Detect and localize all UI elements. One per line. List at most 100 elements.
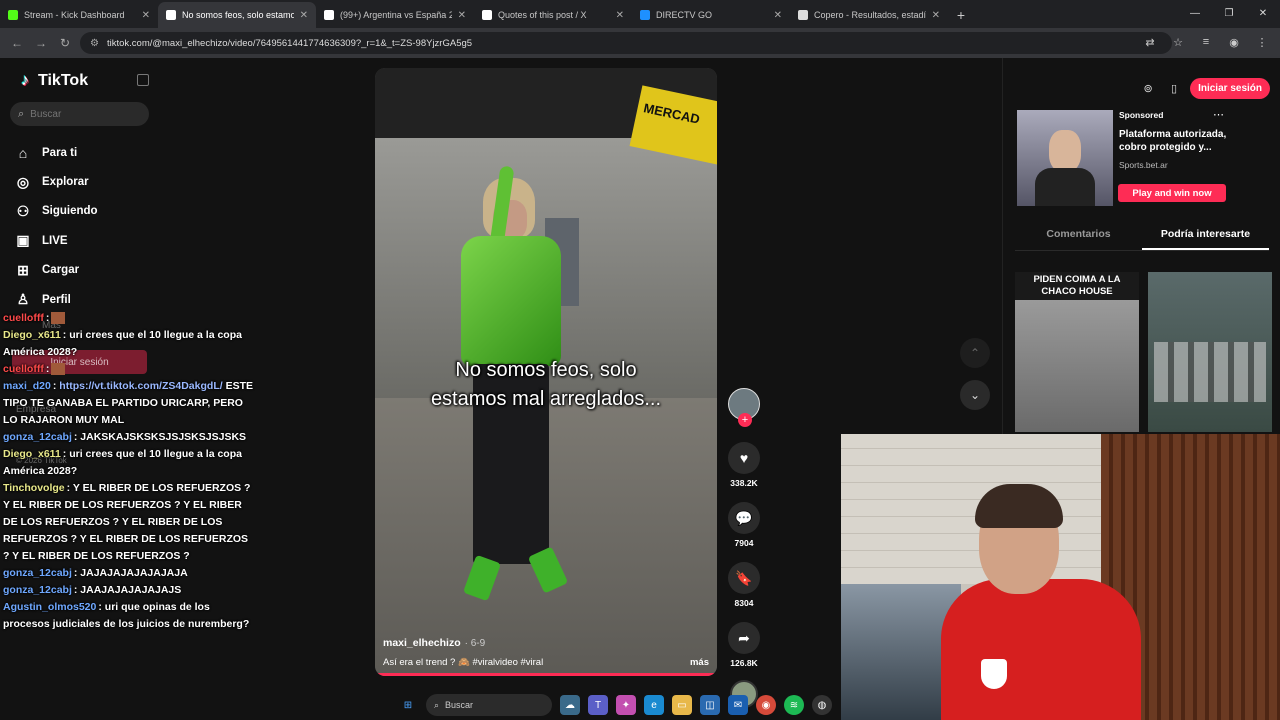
restore-icon[interactable]: ❐ (1212, 0, 1246, 26)
chat-link[interactable]: https://vt.tiktok.com/ZS4DakgdL/ (59, 380, 222, 392)
edge-icon[interactable]: e (644, 695, 664, 715)
store-icon[interactable]: ◫ (700, 695, 720, 715)
teams-icon[interactable]: T (588, 695, 608, 715)
tab-title: Copero - Resultados, estadístic (814, 10, 926, 20)
caption-line-1: No somos feos, solo (455, 359, 637, 381)
chrome-icon[interactable]: ◉ (756, 695, 776, 715)
chat-emote-icon (51, 363, 66, 376)
outlook-icon[interactable]: ✉ (728, 695, 748, 715)
recommended-video-2[interactable] (1148, 272, 1272, 432)
site-info-icon[interactable]: ⚙ (90, 38, 99, 49)
close-window-icon[interactable]: ✕ (1246, 0, 1280, 26)
reload-icon[interactable]: ↻ (56, 34, 74, 52)
menu-icon[interactable]: ⋮ (1254, 34, 1270, 50)
search-box[interactable]: ⌕ (10, 102, 149, 126)
sidebar-item-explorar[interactable]: ◎ Explorar (14, 167, 98, 196)
chat-username[interactable]: Tinchovolge (3, 482, 65, 494)
chat-username[interactable]: Agustin_olmos520 (3, 601, 96, 613)
file-explorer-icon[interactable]: ▭ (672, 695, 692, 715)
more-link[interactable]: más (690, 657, 709, 668)
comment-bubble-icon: 💬 (735, 509, 753, 526)
video-player[interactable]: MERCAD No somos feos, solo estamos mal a… (375, 68, 717, 676)
login-button[interactable]: Iniciar sesión (1190, 78, 1270, 99)
chat-username[interactable]: cuellofff (3, 312, 44, 324)
chat-username[interactable]: gonza_12cabj (3, 567, 72, 579)
tab-close-icon[interactable]: ✕ (932, 10, 940, 21)
ad-thumbnail[interactable] (1017, 110, 1113, 206)
new-tab-icon[interactable]: + (948, 2, 974, 28)
chat-message: Diego_x611: uri crees que el 10 llegue a… (3, 329, 242, 358)
logo-text: TikTok (38, 72, 89, 89)
back-icon[interactable]: ← (8, 34, 26, 52)
tab-favicon-icon (482, 10, 492, 20)
spotify-icon[interactable]: ≋ (784, 695, 804, 715)
share-button[interactable]: ➦ (728, 622, 760, 654)
browser-tab-3[interactable]: Quotes of this post / X ✕ (474, 2, 632, 28)
tab-close-icon[interactable]: ✕ (616, 10, 624, 21)
collapse-sidebar-icon[interactable] (137, 74, 149, 86)
video-author[interactable]: maxi_elhechizo (383, 637, 461, 649)
bookmark-star-icon[interactable]: ☆ (1170, 34, 1186, 50)
video-progress-bar[interactable] (375, 673, 717, 676)
browser-tab-4[interactable]: DIRECTV GO ✕ (632, 2, 790, 28)
tab-recommended[interactable]: Podría interesarte (1142, 222, 1269, 250)
profile-icon[interactable]: ◉ (1226, 34, 1242, 50)
chat-username[interactable]: gonza_12cabj (3, 431, 72, 443)
save-button[interactable]: 🔖 (728, 562, 760, 594)
search-input[interactable] (30, 108, 131, 120)
tiktok-note-icon: ♪ (21, 72, 29, 89)
comment-count: 7904 (734, 538, 754, 548)
creator-avatar[interactable]: + (728, 388, 760, 427)
recommended-video-1[interactable]: PIDEN COIMA A LA CHACO HOUSE (1015, 272, 1139, 432)
tab-close-icon[interactable]: ✕ (774, 10, 782, 21)
chat-username[interactable]: gonza_12cabj (3, 584, 72, 596)
chat-emote-icon (51, 312, 66, 325)
ad-more-icon[interactable]: ⋯ (1213, 108, 1224, 121)
taskbar-search[interactable]: ⌕ Buscar (426, 694, 552, 716)
tab-favicon-icon (798, 10, 808, 20)
tab-favicon-icon (8, 10, 18, 20)
ad-cta-button[interactable]: Play and win now (1118, 184, 1226, 202)
device-icon[interactable]: ▯ (1164, 79, 1184, 99)
previous-video-icon[interactable]: ⌃ (960, 338, 990, 368)
next-video-icon[interactable]: ⌄ (960, 380, 990, 410)
webcam-wall (841, 434, 1101, 584)
sidebar-item-cargar[interactable]: ⊞ Cargar (14, 256, 98, 285)
widgets-icon[interactable]: ☁ (560, 695, 580, 715)
sidebar-item-siguiendo[interactable]: ⚇ Siguiendo (14, 197, 98, 226)
follow-plus-icon[interactable]: + (738, 413, 752, 427)
tab-comments[interactable]: Comentarios (1015, 222, 1142, 250)
browser-tab-5[interactable]: Copero - Resultados, estadístic ✕ (790, 2, 948, 28)
forward-icon[interactable]: → (32, 34, 50, 52)
chat-username[interactable]: maxi_d20 (3, 380, 51, 392)
browser-tab-2[interactable]: (99+) Argentina vs España 2026 ✕ (316, 2, 474, 28)
copilot-icon[interactable]: ✦ (616, 695, 636, 715)
ad-headline[interactable]: Plataforma autorizada, cobro protegido y… (1119, 128, 1231, 154)
minimize-icon[interactable]: — (1178, 0, 1212, 26)
tab-close-icon[interactable]: ✕ (300, 10, 308, 21)
chat-username[interactable]: cuellofff (3, 363, 44, 375)
coins-icon[interactable]: ⊚ (1138, 79, 1158, 99)
tiktok-logo[interactable]: ♪ TikTok (16, 72, 88, 90)
browser-tab-0[interactable]: Stream - Kick Dashboard ✕ (0, 2, 158, 28)
chat-message: maxi_d20: https://vt.tiktok.com/ZS4Dakgd… (3, 380, 253, 426)
chat-text: Y EL RIBER DE LOS REFUERZOS ? Y EL RIBER… (3, 482, 251, 562)
share-count: 126.8K (730, 658, 758, 668)
tab-title: (99+) Argentina vs España 2026 (340, 10, 452, 20)
sidebar-item-live[interactable]: ▣ LIVE (14, 226, 98, 255)
tab-close-icon[interactable]: ✕ (458, 10, 466, 21)
obs-icon[interactable]: ◍ (812, 695, 832, 715)
chat-username[interactable]: Diego_x611 (3, 329, 61, 341)
sidebar-item-para-ti[interactable]: ⌂ Para ti (14, 138, 98, 167)
translate-icon[interactable]: ⇄ (1142, 34, 1158, 50)
sponsored-ad[interactable]: Sponsored ⋯ Plataforma autorizada, cobro… (1015, 108, 1230, 208)
url-field[interactable]: ⚙ tiktok.com/@maxi_elhechizo/video/76495… (80, 32, 1172, 54)
tab-close-icon[interactable]: ✕ (142, 10, 150, 21)
comment-button[interactable]: 💬 (728, 502, 760, 534)
media-controls-icon[interactable]: ≡ (1198, 34, 1214, 50)
webcam-overlay (841, 434, 1280, 720)
chat-username[interactable]: Diego_x611 (3, 448, 61, 460)
browser-tab-1[interactable]: No somos feos, solo estamos m ✕ (158, 2, 316, 28)
windows-start-icon[interactable]: ⊞ (398, 695, 418, 715)
like-button[interactable]: ♥ (728, 442, 760, 474)
